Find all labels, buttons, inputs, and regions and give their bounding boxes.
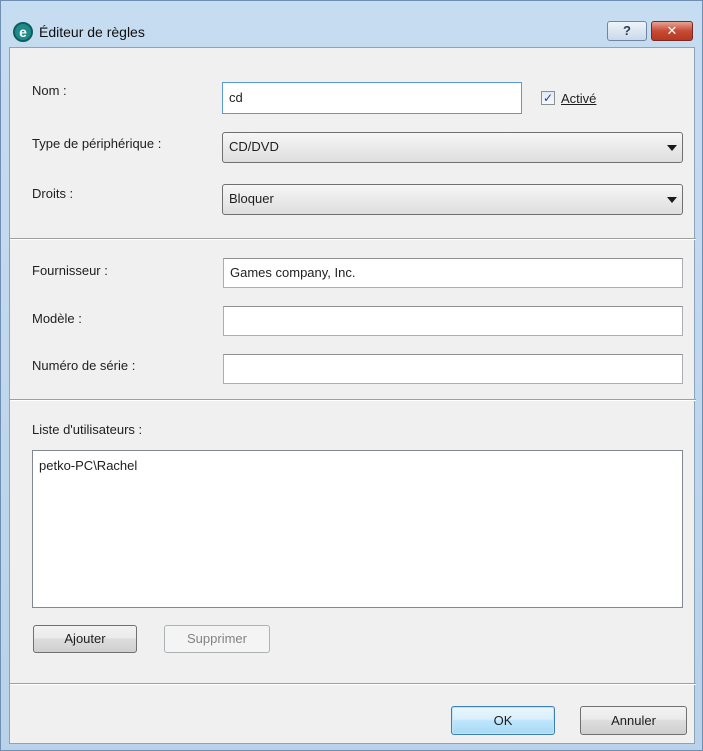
add-user-button[interactable]: Ajouter — [33, 625, 137, 653]
title-bar[interactable]: e Éditeur de règles ? ✕ — [1, 1, 702, 47]
close-button[interactable]: ✕ — [651, 21, 693, 41]
separator — [10, 683, 696, 685]
window-title: Éditeur de règles — [39, 24, 145, 40]
serial-label: Numéro de série : — [32, 358, 136, 373]
serial-input[interactable] — [223, 354, 683, 384]
users-list[interactable]: petko-PC\Rachel — [32, 450, 683, 608]
active-label[interactable]: Activé — [561, 91, 596, 106]
list-item[interactable]: petko-PC\Rachel — [39, 458, 137, 473]
eset-app-icon: e — [13, 22, 33, 42]
device-type-value: CD/DVD — [229, 139, 279, 154]
separator — [10, 399, 696, 401]
vendor-label: Fournisseur : — [32, 263, 108, 278]
help-button[interactable]: ? — [607, 21, 647, 41]
name-input[interactable]: cd — [222, 82, 522, 114]
model-input[interactable] — [223, 306, 683, 336]
device-type-label: Type de périphérique : — [32, 136, 162, 151]
device-type-select[interactable]: CD/DVD — [222, 132, 683, 163]
chevron-down-icon — [667, 197, 677, 203]
active-label-text: Activé — [561, 91, 597, 106]
model-label: Modèle : — [32, 311, 82, 326]
rights-label: Droits : — [32, 186, 74, 201]
rights-value: Bloquer — [229, 191, 274, 206]
ok-button[interactable]: OK — [451, 706, 555, 735]
vendor-input[interactable]: Games company, Inc. — [223, 258, 683, 288]
separator — [10, 238, 696, 240]
users-label: Liste d'utilisateurs : — [32, 422, 143, 437]
dialog-body: Nom : cd ✓ Activé Type de périphérique :… — [9, 47, 696, 744]
cancel-button[interactable]: Annuler — [580, 706, 687, 735]
chevron-down-icon — [667, 145, 677, 151]
remove-user-button[interactable]: Supprimer — [164, 625, 270, 653]
name-label: Nom : — [32, 83, 67, 98]
rule-editor-window: e Éditeur de règles ? ✕ Nom : cd ✓ Activ… — [0, 0, 703, 751]
rights-select[interactable]: Bloquer — [222, 184, 683, 215]
active-checkbox[interactable]: ✓ — [541, 91, 555, 105]
